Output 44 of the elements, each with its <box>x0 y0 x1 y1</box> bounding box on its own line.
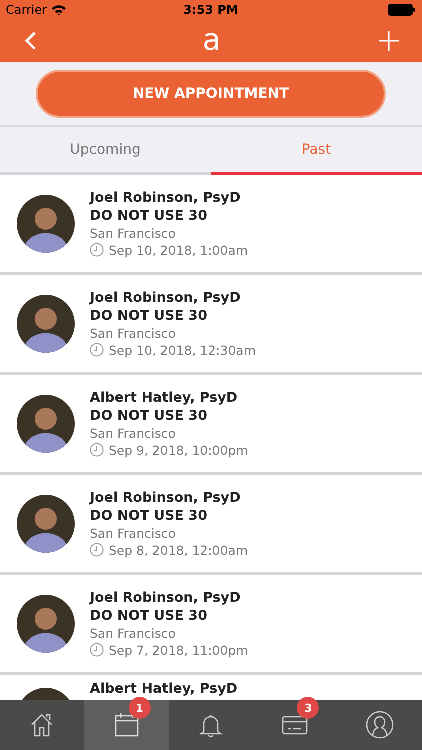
appointment-title: DO NOT USE 30 <box>90 306 208 324</box>
appointment-row[interactable]: Joel Robinson, PsyD DO NOT USE 30 San Francisco Sep 7, 2018, 11:00pm <box>0 575 422 675</box>
appointment-row[interactable]: Joel Robinson, PsyD DO NOT USE 30 San Francisco Sep 10, 2018, 1:00am <box>0 175 422 275</box>
provider-name: Albert Hatley, PsyD <box>90 680 238 698</box>
appointment-row[interactable]: Joel Robinson, PsyD DO NOT USE 30 San Francisco Sep 10, 2018, 12:30am <box>0 275 422 375</box>
notification-badge: 1 <box>128 697 151 719</box>
provider-name: Joel Robinson, PsyD <box>90 288 242 306</box>
appointment-time: Sep 10, 2018, 12:30am <box>109 342 256 358</box>
wifi-icon <box>51 4 68 16</box>
appointment-time: Sep 10, 2018, 1:00am <box>109 242 248 258</box>
tab-bar-item[interactable]: 3 <box>253 700 338 750</box>
location-text: San Francisco <box>90 224 177 242</box>
clock-icon <box>90 643 104 657</box>
location-text: San Francisco <box>90 524 177 542</box>
clock-icon <box>90 543 104 557</box>
appointment-time: Sep 8, 2018, 12:00am <box>109 542 248 558</box>
clock-icon <box>90 343 104 357</box>
tab-bar-item[interactable]: 1 <box>84 700 169 750</box>
appointment-title: DO NOT USE 30 <box>90 606 208 624</box>
location-text: San Francisco <box>90 324 177 342</box>
status-time: 3:53 PM <box>184 3 238 17</box>
back-icon[interactable] <box>24 31 38 51</box>
appointment-title: DO NOT USE 30 <box>90 406 208 424</box>
provider-name: Joel Robinson, PsyD <box>90 188 242 206</box>
location-text: San Francisco <box>90 624 177 642</box>
provider-name: Joel Robinson, PsyD <box>90 588 242 606</box>
profile-icon <box>364 710 395 740</box>
tab[interactable]: Upcoming <box>0 127 211 175</box>
battery-icon <box>388 4 416 16</box>
clock-icon <box>90 443 104 457</box>
appointment-row[interactable]: Albert Hatley, PsyD DO NOT USE 30 San Francisco Sep 9, 2018, 10:00pm <box>0 375 422 475</box>
appointment-row[interactable]: Joel Robinson, PsyD DO NOT USE 30 San Francisco Sep 8, 2018, 12:00am <box>0 475 422 575</box>
appointment-time: Sep 7, 2018, 11:00pm <box>109 642 248 658</box>
carrier-label: Carrier <box>6 3 48 17</box>
appointment-time: Sep 9, 2018, 10:00pm <box>109 442 248 458</box>
clock-icon <box>90 243 104 257</box>
plus-icon[interactable] <box>378 30 400 52</box>
appointment-title: DO NOT USE 30 <box>90 506 208 524</box>
appointment-title: DO NOT USE 30 <box>90 206 208 224</box>
provider-name: Joel Robinson, PsyD <box>90 488 242 506</box>
location-text: San Francisco <box>90 424 177 442</box>
logo: a <box>202 26 222 56</box>
notification-badge: 3 <box>297 697 320 719</box>
provider-name: Albert Hatley, PsyD <box>90 388 239 406</box>
